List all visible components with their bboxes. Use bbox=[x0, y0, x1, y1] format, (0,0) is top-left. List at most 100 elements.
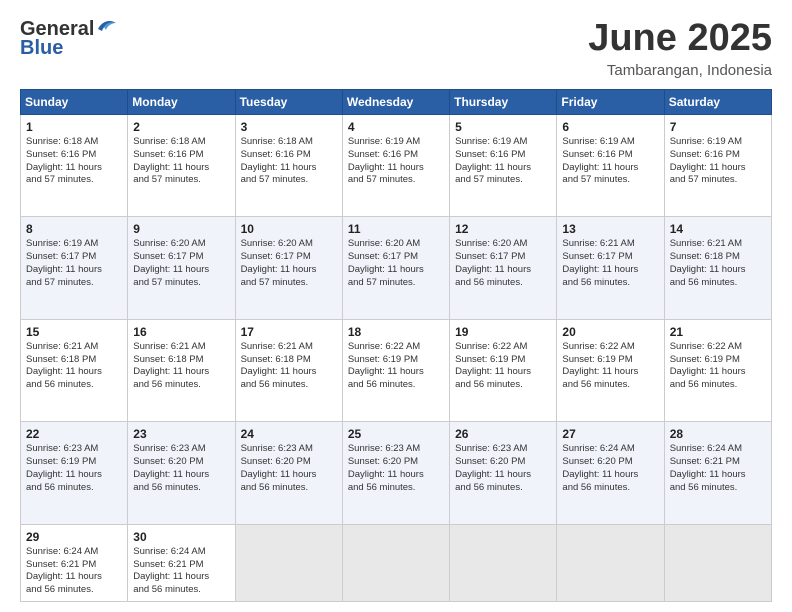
daylight-minutes: and 56 minutes. bbox=[670, 482, 738, 493]
day-number: 9 bbox=[133, 221, 229, 237]
sunset-text: Sunset: 6:16 PM bbox=[241, 149, 311, 160]
daylight-minutes: and 56 minutes. bbox=[241, 379, 309, 390]
sunrise-text: Sunrise: 6:21 AM bbox=[670, 238, 742, 249]
daylight-minutes: and 57 minutes. bbox=[670, 174, 738, 185]
table-row bbox=[235, 524, 342, 601]
daylight-text: Daylight: 11 hours bbox=[241, 366, 317, 377]
logo: General Blue bbox=[20, 18, 118, 60]
daylight-text: Daylight: 11 hours bbox=[133, 366, 209, 377]
sunset-text: Sunset: 6:17 PM bbox=[455, 251, 525, 262]
daylight-text: Daylight: 11 hours bbox=[241, 469, 317, 480]
day-number: 6 bbox=[562, 119, 658, 135]
table-row: 25Sunrise: 6:23 AM Sunset: 6:20 PM Dayligh… bbox=[342, 422, 449, 524]
day-number: 19 bbox=[455, 324, 551, 340]
sunset-text: Sunset: 6:20 PM bbox=[455, 456, 525, 467]
table-row: 20Sunrise: 6:22 AMSunset: 6:19 PMDayligh… bbox=[557, 319, 664, 421]
sunrise-text: Sunrise: 6:18 AM bbox=[133, 136, 205, 147]
sunset-text: Sunset: 6:20 PM bbox=[133, 456, 203, 467]
table-row: 19Sunrise: 6:22 AMSunset: 6:19 PMDayligh… bbox=[450, 319, 557, 421]
day-number: 13 bbox=[562, 221, 658, 237]
table-row: 3Sunrise: 6:18 AMSunset: 6:16 PMDaylight… bbox=[235, 114, 342, 216]
daylight-minutes: and 56 minutes. bbox=[133, 584, 201, 595]
col-wednesday: Wednesday bbox=[342, 89, 449, 114]
table-row: 15Sunrise: 6:21 AMSunset: 6:18 PMDayligh… bbox=[21, 319, 128, 421]
day-number: 5 bbox=[455, 119, 551, 135]
daylight-text: Daylight: 11 hours bbox=[133, 264, 209, 275]
sunset-text: Sunset: 6:17 PM bbox=[241, 251, 311, 262]
day-number: 28 bbox=[670, 426, 766, 442]
sunset-text: Sunset: 6:21 PM bbox=[26, 559, 96, 570]
day-number: 20 bbox=[562, 324, 658, 340]
day-number: 1 bbox=[26, 119, 122, 135]
daylight-text: Daylight: 11 hours bbox=[241, 264, 317, 275]
calendar-table: Sunday Monday Tuesday Wednesday Thursday… bbox=[20, 89, 772, 602]
day-number: 30 bbox=[133, 529, 229, 545]
sunrise-text: Sunrise: 6:19 AM bbox=[562, 136, 634, 147]
daylight-minutes: and 57 minutes. bbox=[455, 174, 523, 185]
sunrise-text: Sunrise: 6:18 AM bbox=[26, 136, 98, 147]
sunset-text: Sunset: 6:16 PM bbox=[26, 149, 96, 160]
day-number: 8 bbox=[26, 221, 122, 237]
table-row bbox=[664, 524, 771, 601]
sunset-text: Sunset: 6:21 PM bbox=[133, 559, 203, 570]
daylight-text: Daylight: 11 hours bbox=[670, 366, 746, 377]
table-row bbox=[450, 524, 557, 601]
daylight-minutes: and 56 minutes. bbox=[133, 379, 201, 390]
table-row: 27Sunrise: 6:24 AMSunset: 6:20 PMDayligh… bbox=[557, 422, 664, 524]
daylight-text: Daylight: 11 hours bbox=[562, 264, 638, 275]
sunset-text: Sunset: 6:19 PM bbox=[455, 354, 525, 365]
daylight-text: Daylight: 11 hours bbox=[26, 264, 102, 275]
daylight-text: Daylight: 11 hours bbox=[670, 162, 746, 173]
sunset-text: Sunset: 6:20 PM bbox=[348, 456, 418, 467]
table-row: 17Sunrise: 6:21 AMSunset: 6:18 PMDayligh… bbox=[235, 319, 342, 421]
day-number: 14 bbox=[670, 221, 766, 237]
sunset-text: Sunset: 6:20 PM bbox=[241, 456, 311, 467]
sunrise-text: Sunrise: 6:22 AM bbox=[455, 341, 527, 352]
daylight-minutes: and 56 minutes. bbox=[562, 277, 630, 288]
daylight-minutes: and 57 minutes. bbox=[26, 277, 94, 288]
daylight-minutes: and 56 minutes. bbox=[670, 379, 738, 390]
table-row: 13Sunrise: 6:21 AMSunset: 6:17 PMDayligh… bbox=[557, 217, 664, 319]
sunset-text: Sunset: 6:18 PM bbox=[26, 354, 96, 365]
page: General Blue June 2025 Tambarangan, Indo… bbox=[0, 0, 792, 612]
daylight-minutes: and 57 minutes. bbox=[26, 174, 94, 185]
daylight-text: Daylight: 11 hours bbox=[348, 162, 424, 173]
day-number: 15 bbox=[26, 324, 122, 340]
sunset-text: Sunset: 6:17 PM bbox=[26, 251, 96, 262]
daylight-minutes: and 56 minutes. bbox=[26, 482, 94, 493]
table-row: 30Sunrise: 6:24 AMSunset: 6:21 PMDayligh… bbox=[128, 524, 235, 601]
sunrise-text: Sunrise: 6:24 AM bbox=[670, 443, 742, 454]
col-friday: Friday bbox=[557, 89, 664, 114]
daylight-minutes: and 56 minutes. bbox=[455, 482, 523, 493]
daylight-text: Daylight: 11 hours bbox=[455, 264, 531, 275]
day-number: 25 bbox=[348, 426, 444, 442]
day-number: 26 bbox=[455, 426, 551, 442]
daylight-text: Daylight: 11 hours bbox=[455, 162, 531, 173]
day-number: 24 bbox=[241, 426, 337, 442]
daylight-minutes: and 56 minutes. bbox=[455, 277, 523, 288]
daylight-text: Daylight: 11 hours bbox=[670, 264, 746, 275]
sunrise-text: Sunrise: 6:23 AM bbox=[348, 443, 420, 454]
daylight-text: Daylight: 11 hours bbox=[133, 469, 209, 480]
table-row: 11Sunrise: 6:20 AMSunset: 6:17 PMDayligh… bbox=[342, 217, 449, 319]
table-row: 24Sunrise: 6:23 AM Sunset: 6:20 PM Dayligh… bbox=[235, 422, 342, 524]
sunset-text: Sunset: 6:16 PM bbox=[348, 149, 418, 160]
sunrise-text: Sunrise: 6:20 AM bbox=[241, 238, 313, 249]
table-row: 8Sunrise: 6:19 AMSunset: 6:17 PMDaylight… bbox=[21, 217, 128, 319]
table-row: 6Sunrise: 6:19 AMSunset: 6:16 PMDaylight… bbox=[557, 114, 664, 216]
daylight-minutes: and 57 minutes. bbox=[241, 277, 309, 288]
day-number: 22 bbox=[26, 426, 122, 442]
daylight-text: Daylight: 11 hours bbox=[348, 469, 424, 480]
daylight-text: Daylight: 11 hours bbox=[241, 162, 317, 173]
day-number: 12 bbox=[455, 221, 551, 237]
sunset-text: Sunset: 6:19 PM bbox=[670, 354, 740, 365]
sunset-text: Sunset: 6:16 PM bbox=[670, 149, 740, 160]
daylight-minutes: and 56 minutes. bbox=[562, 379, 630, 390]
sunrise-text: Sunrise: 6:23 AM bbox=[26, 443, 98, 454]
title-block: June 2025 Tambarangan, Indonesia bbox=[588, 18, 772, 79]
sunrise-text: Sunrise: 6:23 AM bbox=[241, 443, 313, 454]
sunset-text: Sunset: 6:19 PM bbox=[562, 354, 632, 365]
daylight-text: Daylight: 11 hours bbox=[26, 366, 102, 377]
daylight-minutes: and 56 minutes. bbox=[26, 584, 94, 595]
col-monday: Monday bbox=[128, 89, 235, 114]
